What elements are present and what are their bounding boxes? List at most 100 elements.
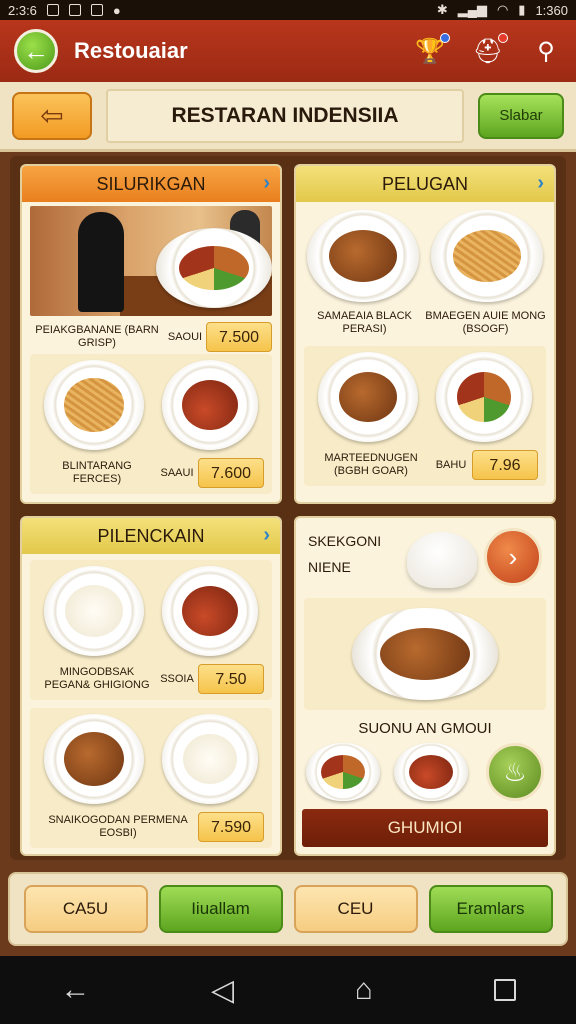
dish-name: MINGODBSAK PEGAN& GHIGIONG: [44, 666, 150, 691]
dish-tag: BAHU: [435, 458, 467, 471]
food: [409, 755, 453, 789]
nav-back-icon[interactable]: ◁: [211, 973, 234, 1008]
page-title: RESTARAN INDENSIIA: [106, 88, 464, 143]
dish-image[interactable]: [394, 743, 468, 801]
food: [182, 380, 238, 430]
card-title: PILENCKAIN: [97, 525, 205, 546]
dish-tag: SAOUI: [167, 330, 203, 343]
header-back-button[interactable]: ⇦: [12, 91, 92, 140]
battery-level: 1:360: [535, 2, 568, 18]
arrow-back-icon[interactable]: ←: [60, 973, 90, 1007]
bottom-button-1[interactable]: CA5U: [23, 885, 148, 933]
notification-icon: [46, 4, 59, 16]
notification-icon: [68, 4, 81, 16]
app-bar: ← Restouaiar 🏆 ⛑ ⚲: [0, 20, 576, 82]
clock: 2:3:6: [8, 2, 37, 18]
signal-icon: ▂▄▆: [457, 2, 487, 17]
arrow-left-icon: ←: [23, 35, 49, 66]
menu-card[interactable]: SILURIKGAN › PEIAKGBANANE (BARN GRISP) S…: [20, 164, 282, 504]
dish-tag: SAAUI: [160, 466, 194, 479]
featured-caption: SUONU AN GMOUI: [358, 720, 492, 737]
chevron-right-icon[interactable]: ›: [263, 524, 270, 547]
menu-card[interactable]: PELUGAN › SAMAEAIA BLACK PERASI) BMAEGEN…: [294, 164, 556, 504]
recents-icon[interactable]: [493, 979, 516, 1001]
rewards-button[interactable]: 🏆: [414, 33, 450, 67]
food: [179, 246, 249, 290]
food: [380, 628, 470, 680]
search-button[interactable]: ⚲: [530, 35, 562, 67]
bluetooth-icon: ✱: [436, 2, 448, 17]
featured-footer-button[interactable]: GHUMIOI: [302, 809, 548, 847]
card-title: SILURIKGAN: [96, 173, 206, 194]
dish-name: BLINTARANG FERCES): [62, 460, 132, 485]
chef-icon: ♨: [503, 756, 527, 787]
search-icon: ⚲: [537, 37, 555, 65]
bottom-bar: CA5U Iiuallam CEU Eramlars: [8, 872, 568, 946]
diner: [78, 212, 124, 312]
food: [183, 734, 237, 784]
system-nav-bar: ← ◁ ⌂: [0, 956, 576, 1024]
food: [64, 732, 124, 786]
order-button[interactable]: ♨: [486, 743, 544, 801]
featured-text: NIENE: [308, 559, 351, 575]
bottom-button-3[interactable]: CEU: [293, 885, 418, 933]
menu-card[interactable]: PILENCKAIN › MINGODBSAK PEGAN& GHIGIONG …: [20, 516, 282, 856]
dish-image[interactable]: [307, 210, 419, 302]
dish-tag: SSOIA: [160, 672, 194, 685]
food: [64, 378, 124, 432]
rice-image: [407, 532, 478, 588]
dish-image[interactable]: [431, 210, 543, 302]
location-icon: ●: [112, 2, 121, 18]
dish-image[interactable]: [162, 714, 258, 804]
food: [339, 372, 397, 422]
food: [457, 372, 511, 422]
food: [321, 755, 365, 789]
food: [453, 230, 521, 282]
featured-text: SKEKGONI: [308, 533, 382, 549]
price-badge[interactable]: 7.600: [198, 458, 264, 488]
dish-image[interactable]: [306, 743, 380, 801]
header-action-button[interactable]: Slabar: [478, 92, 564, 139]
price-badge[interactable]: 7.50: [198, 664, 264, 694]
dish-image[interactable]: [318, 352, 418, 442]
dish-name: SAMAEAIA BLACK PERASI): [317, 310, 412, 335]
dish-image[interactable]: [162, 360, 258, 450]
app-title: Restouaiar: [74, 38, 188, 63]
dish-image[interactable]: [352, 608, 498, 700]
arrow-left-icon: ⇦: [40, 100, 64, 131]
dish-image[interactable]: [44, 714, 144, 804]
badge-dot: [440, 33, 450, 43]
wifi-icon: ◠: [496, 2, 509, 17]
dish-image[interactable]: [44, 360, 144, 450]
menu-board: SILURIKGAN › PEIAKGBANANE (BARN GRISP) S…: [10, 156, 566, 860]
dish-image[interactable]: [44, 566, 144, 656]
bottom-button-2[interactable]: Iiuallam: [158, 885, 283, 933]
dish-image[interactable]: [162, 566, 258, 656]
bottom-button-4[interactable]: Eramlars: [428, 885, 553, 933]
dish-name: BMAEGEN AUIE MONG (BSOGF): [425, 310, 546, 335]
card-title: PELUGAN: [381, 173, 469, 194]
status-bar: 2:3:6 ● ✱ ▂▄▆ ◠ ▮ 1:360: [0, 0, 576, 20]
price-badge[interactable]: 7.500: [206, 322, 272, 352]
chevron-right-icon[interactable]: ›: [537, 172, 544, 195]
restaurant-photo: [30, 206, 272, 316]
dish-name: MARTEEDNUGEN (BGBH GOAR): [324, 452, 418, 477]
dish-image[interactable]: [156, 228, 272, 308]
chevron-right-icon[interactable]: ›: [263, 172, 270, 195]
badge-dot: [498, 33, 508, 43]
food: [65, 585, 123, 637]
chef-button[interactable]: ⛑: [472, 33, 508, 67]
arrow-right-icon: ›: [508, 541, 518, 572]
notification-icon: [90, 4, 103, 16]
food: [182, 586, 238, 636]
food: [329, 230, 397, 282]
next-button[interactable]: ›: [484, 528, 542, 586]
featured-card[interactable]: SKEKGONI NIENE › SUONU AN GMOUI ♨ GHUMIO…: [294, 516, 556, 856]
price-badge[interactable]: 7.96: [472, 450, 538, 480]
home-icon[interactable]: ⌂: [355, 973, 373, 1007]
dish-name: SNAIKOGODAN PERMENA EOSBI): [48, 814, 188, 839]
dish-image[interactable]: [436, 352, 532, 442]
back-button[interactable]: ←: [14, 29, 58, 73]
battery-icon: ▮: [518, 2, 526, 17]
price-badge[interactable]: 7.590: [198, 812, 264, 842]
